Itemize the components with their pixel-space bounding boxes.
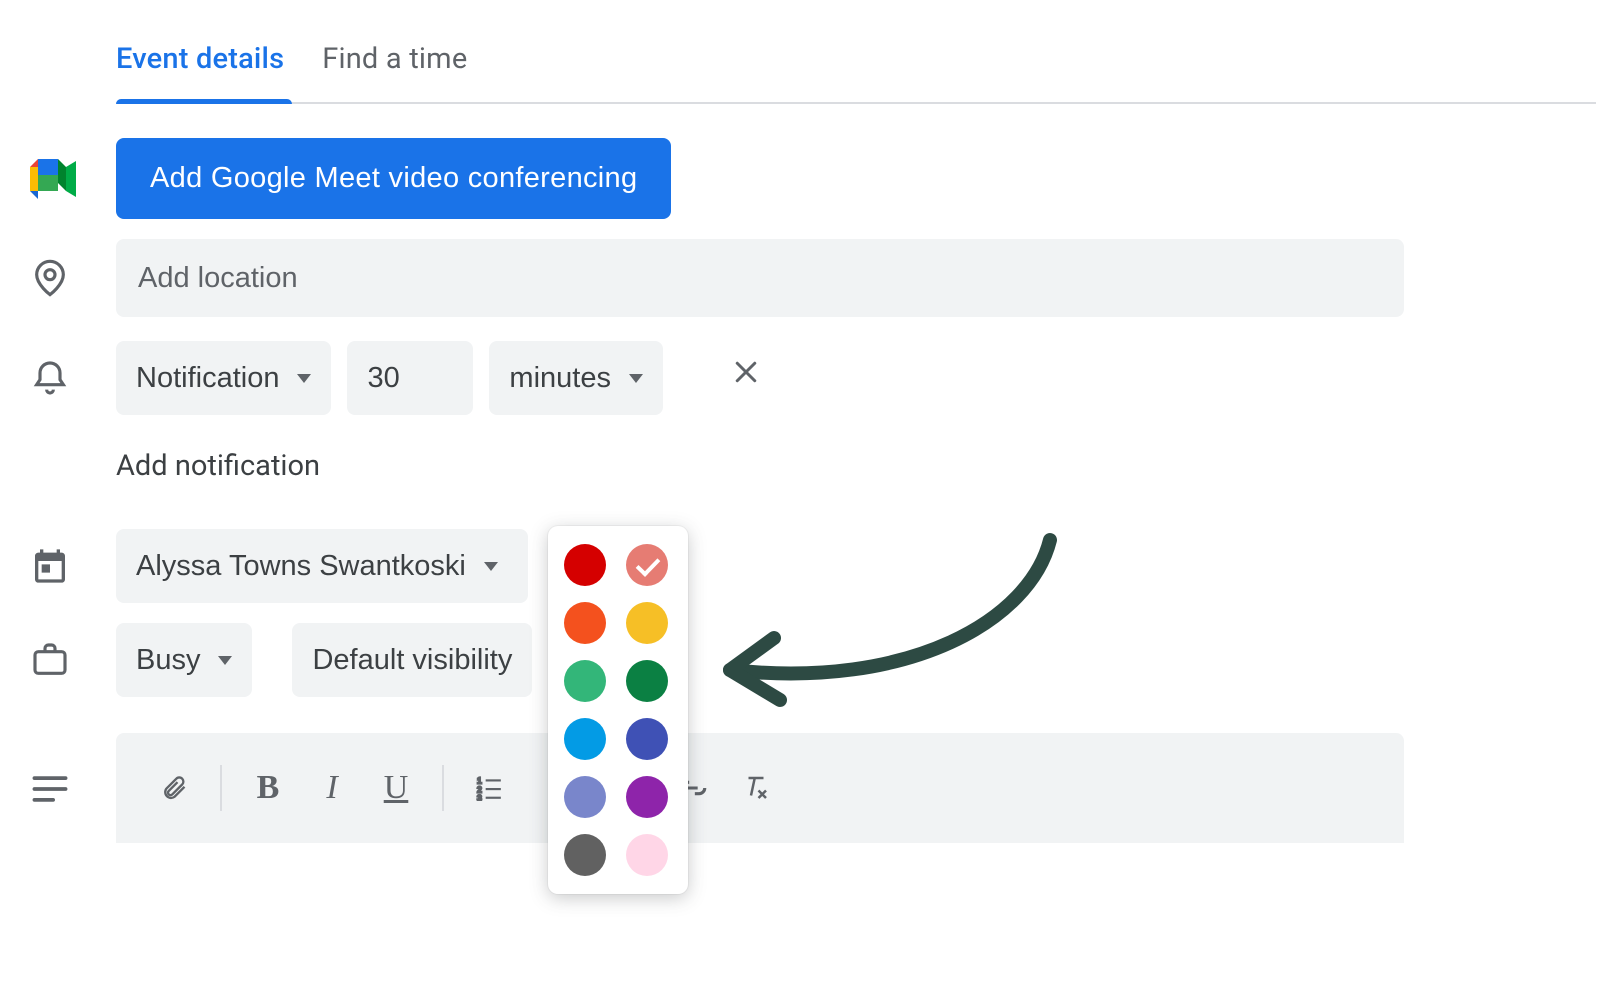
add-google-meet-button[interactable]: Add Google Meet video conferencing [116, 138, 671, 219]
numbered-list-button[interactable]: 1 2 3 [458, 756, 522, 820]
location-pin-icon [30, 254, 70, 302]
color-swatch-sage[interactable] [564, 660, 606, 702]
caret-down-icon [629, 374, 643, 383]
tab-find-a-time[interactable]: Find a time [322, 42, 467, 102]
color-swatch-grape[interactable] [626, 776, 668, 818]
bold-button[interactable]: B [236, 756, 300, 820]
visibility-label: Default visibility [312, 644, 512, 677]
calendar-name-label: Alyssa Towns Swantkoski [136, 550, 466, 583]
tab-event-details[interactable]: Event details [116, 42, 284, 102]
clear-formatting-button[interactable] [724, 756, 788, 820]
caret-down-icon [484, 562, 498, 571]
toolbar-separator [442, 765, 444, 811]
calendar-select[interactable]: Alyssa Towns Swantkoski [116, 529, 528, 603]
color-swatch-light-pink[interactable] [626, 834, 668, 876]
caret-down-icon [218, 656, 232, 665]
underline-button[interactable]: U [364, 756, 428, 820]
calendar-icon [30, 546, 70, 586]
color-swatch-blueberry[interactable] [626, 718, 668, 760]
color-swatch-lavender[interactable] [564, 776, 606, 818]
description-icon [30, 775, 70, 803]
color-picker-popover [548, 526, 688, 894]
availability-select[interactable]: Busy [116, 623, 252, 697]
remove-notification-button[interactable] [723, 349, 769, 395]
visibility-select[interactable]: Default visibility [292, 623, 532, 697]
google-meet-icon [30, 159, 76, 199]
color-swatch-peacock[interactable] [564, 718, 606, 760]
notification-unit-label: minutes [509, 362, 611, 395]
event-tabs: Event details Find a time [116, 42, 1596, 104]
notification-unit-select[interactable]: minutes [489, 341, 663, 415]
description-toolbar: B I U 1 2 3 [116, 733, 1404, 843]
notification-type-label: Notification [136, 362, 279, 395]
location-input[interactable] [116, 239, 1404, 317]
color-swatch-tangerine[interactable] [564, 602, 606, 644]
notification-type-select[interactable]: Notification [116, 341, 331, 415]
attachment-button[interactable] [142, 756, 206, 820]
color-swatch-flamingo[interactable] [626, 544, 668, 586]
color-swatch-banana[interactable] [626, 602, 668, 644]
svg-text:3: 3 [477, 793, 482, 801]
briefcase-icon [30, 640, 70, 680]
availability-label: Busy [136, 644, 200, 677]
bell-icon [30, 356, 70, 400]
caret-down-icon [297, 374, 311, 383]
notification-amount-input[interactable]: 30 [347, 341, 473, 415]
toolbar-separator [220, 765, 222, 811]
add-notification-link[interactable]: Add notification [116, 449, 1600, 483]
color-swatch-tomato[interactable] [564, 544, 606, 586]
italic-button[interactable]: I [300, 756, 364, 820]
color-swatch-graphite[interactable] [564, 834, 606, 876]
color-swatch-basil[interactable] [626, 660, 668, 702]
notification-amount-value: 30 [367, 362, 399, 395]
